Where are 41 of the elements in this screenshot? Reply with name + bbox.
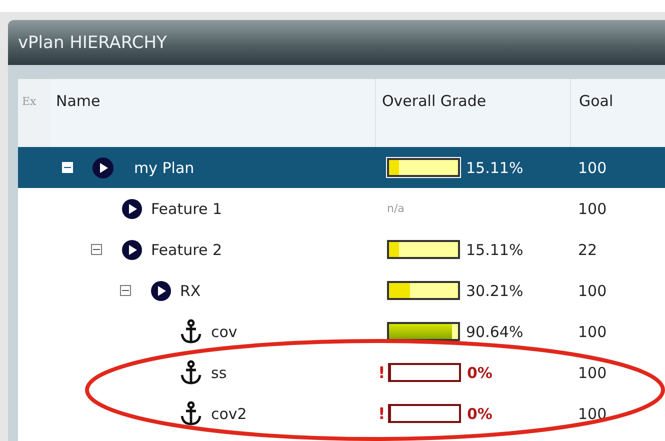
anchor-icon (179, 400, 203, 426)
tree-row[interactable]: Feature 1 n/a 100 (18, 188, 665, 229)
node-name: cov (211, 322, 238, 340)
play-icon (121, 198, 143, 220)
play-icon (150, 280, 172, 302)
alert-mark: ! (378, 404, 385, 423)
tree-row[interactable]: cov2 ! 0% 100 (18, 393, 665, 434)
play-icon (92, 156, 114, 178)
goal-value: 100 (577, 282, 608, 300)
node-name: RX (180, 282, 201, 300)
node-name: my Plan (134, 158, 194, 176)
grade-percent: 30.21% (466, 282, 524, 300)
anchor-icon (179, 360, 203, 386)
tree-row[interactable]: my Plan 15.11% 100 (18, 147, 665, 188)
grade-percent: 0% (467, 364, 492, 382)
anchor-icon (179, 318, 203, 344)
column-header[interactable]: Name (50, 79, 375, 147)
goal-value: 100 (577, 322, 608, 340)
tree-row[interactable]: ss ! 0% 100 (18, 352, 665, 393)
collapse-toggle[interactable] (91, 244, 102, 255)
play-icon (121, 238, 143, 260)
goal-value: 100 (577, 404, 608, 422)
grade-percent: 0% (467, 404, 492, 422)
grade-percent: 15.11% (466, 240, 524, 258)
panel-title: vPlan HIERARCHY (8, 20, 665, 65)
node-name: ss (211, 364, 227, 382)
node-name: cov2 (211, 404, 247, 422)
collapse-toggle[interactable] (120, 285, 131, 296)
tree-row[interactable]: cov 90.64% 100 (18, 311, 665, 352)
node-name: Feature 1 (151, 200, 222, 218)
goal-value: 100 (577, 158, 608, 176)
tree-row[interactable]: Feature 2 15.11% 22 (18, 229, 665, 270)
goal-value: 100 (577, 200, 608, 218)
node-name: Feature 2 (151, 240, 222, 258)
grade-percent: 15.11% (466, 158, 524, 176)
goal-value: 22 (577, 240, 598, 258)
grade-percent: n/a (387, 202, 404, 215)
tree-row[interactable]: RX 30.21% 100 (18, 270, 665, 311)
goal-value: 100 (577, 364, 608, 382)
grade-percent: 90.64% (466, 322, 524, 340)
alert-mark: ! (378, 363, 385, 382)
